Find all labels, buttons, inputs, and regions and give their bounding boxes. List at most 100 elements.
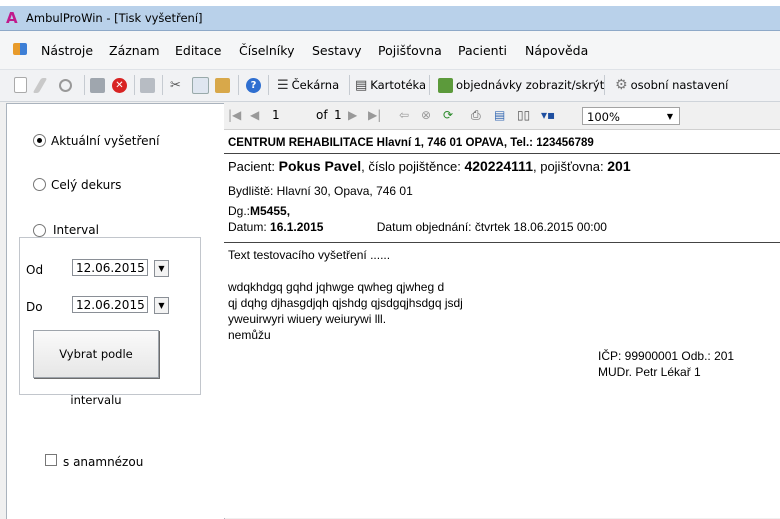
- of-label: of: [316, 108, 328, 122]
- radio-interval[interactable]: [33, 224, 46, 237]
- exam-text-3: qj dqhg djhasgdjqh qjshdg qjsdgqjhsdgq j…: [228, 296, 463, 310]
- report-toolbar: |◀ ◀ 1 of 1 ▶ ▶| ⇦ ⊗ ⟳ ⎙ ▤ ▯▯ ▾▪ 100% ▼: [224, 103, 780, 130]
- date-label: Datum:: [228, 220, 267, 234]
- diagnosis-line: Dg.:M5455,: [228, 204, 290, 218]
- paste-icon[interactable]: [215, 76, 230, 94]
- back-icon[interactable]: ⇦: [399, 108, 409, 122]
- date-to-dropdown-icon[interactable]: ▼: [154, 297, 169, 314]
- osobni-label: osobní nastavení: [630, 78, 729, 92]
- radio-current-exam[interactable]: [33, 134, 46, 147]
- app-logo-icon: A: [6, 9, 18, 27]
- print-icon[interactable]: [140, 76, 155, 94]
- menu-pacienti[interactable]: Pacienti: [458, 43, 507, 58]
- date-from-input[interactable]: 12.06.2015: [72, 259, 148, 276]
- print-report-icon[interactable]: ⎙: [471, 108, 481, 123]
- objednavky-button[interactable]: objednávky zobrazit/skrýt: [438, 76, 604, 94]
- osobni-nastaveni-button[interactable]: ⚙ osobní nastavení: [615, 76, 728, 94]
- menu-sestavy[interactable]: Sestavy: [312, 43, 362, 58]
- stop-icon[interactable]: ⊗: [421, 108, 431, 122]
- cekarna-button[interactable]: ☰ Čekárna: [277, 76, 339, 94]
- doctor-name: MUDr. Petr Lékař 1: [598, 365, 701, 379]
- layout-icon[interactable]: ▯▯: [517, 108, 530, 122]
- patient-name: Pokus Pavel: [278, 158, 362, 174]
- calendar-icon: [438, 77, 453, 93]
- radio-current-exam-label[interactable]: Aktuální vyšetření: [51, 134, 159, 148]
- toolbar-divider: [238, 75, 239, 95]
- od-label: Od: [26, 263, 44, 277]
- diagnosis-code: M5455,: [250, 204, 291, 218]
- patient-label: Pacient:: [228, 159, 275, 174]
- cut-icon[interactable]: ✂: [170, 76, 181, 94]
- kartoteka-label: Kartotéka: [370, 78, 427, 92]
- anamnesis-label[interactable]: s anamnézou: [63, 455, 143, 469]
- copy-icon[interactable]: [192, 76, 209, 94]
- dg-label: Dg.:: [228, 204, 251, 218]
- select-by-interval-button[interactable]: Vybrat podle intervalu: [33, 330, 159, 407]
- cabinet-icon: ▤: [355, 77, 368, 93]
- zoom-select[interactable]: 100% ▼: [582, 107, 680, 125]
- export-icon[interactable]: ▾▪: [541, 108, 555, 122]
- kartoteka-button[interactable]: ▤ Kartotéka: [355, 76, 426, 94]
- exam-text-4: yweuirwyri wiuery weiurywi lll.: [228, 312, 387, 326]
- edit-icon[interactable]: [32, 76, 48, 94]
- radio-full-decursus-label[interactable]: Celý dekurs: [51, 178, 121, 192]
- radio-full-decursus[interactable]: [33, 178, 46, 191]
- menu-pojistovna[interactable]: Pojišťovna: [378, 43, 442, 58]
- toolbar-divider: [429, 75, 430, 95]
- anamnesis-checkbox[interactable]: [45, 454, 57, 466]
- clinic-header: CENTRUM REHABILITACE Hlavní 1, 746 01 OP…: [228, 137, 594, 149]
- last-page-icon[interactable]: ▶|: [368, 108, 381, 122]
- help-icon[interactable]: ?: [246, 76, 261, 94]
- exam-text-1: Text testovacího vyšetření ......: [228, 248, 391, 262]
- menu-nastroje[interactable]: Nástroje: [41, 43, 93, 58]
- gear-icon: ⚙: [615, 77, 628, 93]
- radio-interval-label[interactable]: Interval: [51, 223, 101, 237]
- toolbar-divider: [604, 75, 605, 95]
- next-page-icon[interactable]: ▶: [348, 108, 357, 122]
- zoom-value: 100%: [587, 110, 620, 124]
- toolbar-divider: [162, 75, 163, 95]
- do-label: Do: [26, 300, 43, 314]
- menu-bar: Nástroje Záznam Editace Číselníky Sestav…: [0, 31, 780, 70]
- new-icon[interactable]: [14, 76, 27, 94]
- insurer-label: , pojišťovna:: [532, 159, 604, 174]
- print-options-panel: Aktuální vyšetření Celý dekurs Interval …: [6, 103, 225, 519]
- toolbar-divider: [84, 75, 85, 95]
- menu-napoveda[interactable]: Nápověda: [525, 43, 588, 58]
- toolbar-divider: [349, 75, 350, 95]
- icp-line: IČP: 99900001 Odb.: 201: [598, 349, 735, 363]
- header-divider: [224, 153, 780, 154]
- insurer-code: 201: [607, 158, 631, 174]
- exam-text-5: nemůžu: [228, 328, 271, 342]
- page-input[interactable]: 1: [272, 108, 280, 122]
- prev-page-icon[interactable]: ◀: [250, 108, 259, 122]
- menu-editace[interactable]: Editace: [175, 43, 221, 58]
- list-icon: ☰: [277, 77, 289, 93]
- save-icon[interactable]: [90, 76, 105, 94]
- refresh-icon[interactable]: ⟳: [443, 108, 453, 122]
- patient-address: Bydliště: Hlavní 30, Opava, 746 01: [228, 184, 413, 198]
- toolbar-divider: [268, 75, 269, 95]
- patient-line: Pacient: Pokus Pavel, číslo pojištěnce: …: [228, 158, 631, 174]
- insurance-number: 420224111: [464, 158, 533, 174]
- objednavky-label: objednávky zobrazit/skrýt: [456, 78, 605, 92]
- first-page-icon[interactable]: |◀: [228, 108, 241, 122]
- search-icon[interactable]: [59, 76, 72, 94]
- report-viewer: |◀ ◀ 1 of 1 ▶ ▶| ⇦ ⊗ ⟳ ⎙ ▤ ▯▯ ▾▪ 100% ▼ C…: [224, 103, 780, 518]
- cekarna-label: Čekárna: [291, 78, 340, 92]
- insurance-no-label: , číslo pojištěnce:: [361, 159, 461, 174]
- date-to-input[interactable]: 12.06.2015: [72, 296, 148, 313]
- app-menu-icon[interactable]: [13, 43, 27, 55]
- date-from-dropdown-icon[interactable]: ▼: [154, 260, 169, 277]
- window-title: AmbulProWin - [Tisk vyšetření]: [26, 11, 203, 25]
- order-date: Datum objednání: čtvrtek 18.06.2015 00:0…: [376, 220, 607, 234]
- chevron-down-icon: ▼: [666, 112, 673, 121]
- exam-date: 16.1.2015: [270, 220, 324, 234]
- page-setup-icon[interactable]: ▤: [494, 108, 505, 122]
- page-count: 1: [334, 108, 342, 122]
- date-line: Datum: 16.1.2015 Datum objednání: čtvrte…: [228, 220, 607, 234]
- toolbar-divider: [134, 75, 135, 95]
- close-icon[interactable]: ✕: [112, 76, 127, 94]
- menu-ciselniky[interactable]: Číselníky: [239, 43, 294, 58]
- menu-zaznam[interactable]: Záznam: [109, 43, 160, 58]
